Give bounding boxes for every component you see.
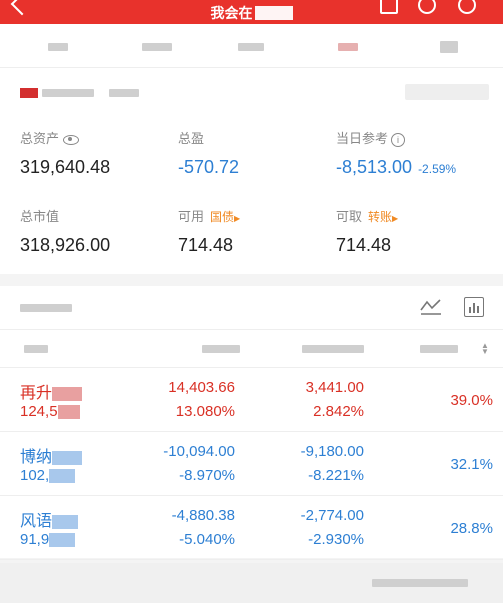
- top-bar: 我会在: [0, 0, 503, 24]
- treasury-bond-link[interactable]: 国债▶: [210, 210, 240, 224]
- transfer-link[interactable]: 转账▶: [368, 210, 398, 224]
- total-assets-label: 总资产: [20, 131, 60, 146]
- redacted-block: [254, 6, 293, 20]
- holding-row[interactable]: 博纳 102, -10,094.00 -8.970% -9,180.00 -8.…: [0, 434, 503, 496]
- holding-today-pct: -8.221%: [308, 467, 364, 484]
- column-name[interactable]: [24, 345, 48, 353]
- holding-row[interactable]: 再升 124,5 14,403.66 13.080% 3,441.00 2.84…: [0, 370, 503, 432]
- trend-chart-icon[interactable]: [420, 298, 442, 316]
- holding-ratio: 28.8%: [450, 520, 493, 537]
- total-assets-value: 319,640.48: [20, 157, 111, 177]
- market-value-label: 总市值: [20, 209, 60, 224]
- page-title-text: 我会在: [210, 5, 253, 21]
- holding-name: 博纳: [20, 449, 53, 466]
- market-value: 总市值 318,926.00: [20, 206, 110, 256]
- info-icon[interactable]: i: [391, 132, 406, 147]
- holding-qty: 91,9: [20, 531, 50, 548]
- tab-5[interactable]: [440, 38, 458, 54]
- holding-today: -2,774.00: [300, 507, 364, 524]
- tab-2[interactable]: [142, 38, 172, 54]
- document-icon[interactable]: [380, 0, 398, 14]
- holding-today: -9,180.00: [300, 443, 364, 460]
- holding-row[interactable]: 风语 91,9 -4,880.38 -5.040% -2,774.00 -2.9…: [0, 498, 503, 560]
- total-pnl-label: 总盈: [178, 131, 205, 146]
- available-label: 可用: [178, 209, 205, 224]
- total-pnl: 总盈 -570.72: [178, 128, 239, 178]
- redacted-block: [57, 405, 80, 420]
- holdings-header: [0, 286, 503, 330]
- holdings-title: [20, 304, 72, 312]
- caret-right-icon: ▶: [234, 214, 241, 223]
- account-name: [20, 84, 139, 98]
- redacted-block: [52, 450, 83, 465]
- holding-ratio: 32.1%: [450, 456, 493, 473]
- account-summary: 总资产 319,640.48 总盈 -570.72 当日参考 i -8,513.0…: [0, 68, 503, 274]
- holding-pnl-pct: -8.970%: [179, 467, 235, 484]
- holding-pnl-pct: 13.080%: [175, 403, 235, 420]
- today-ref-pct: -2.59%: [418, 162, 457, 176]
- holding-pnl-pct: -5.040%: [179, 531, 235, 548]
- treasury-bond-text: 国债: [210, 210, 235, 224]
- holding-pnl: -4,880.38: [171, 507, 235, 524]
- holding-today-pct: 2.842%: [313, 403, 364, 420]
- column-pnl[interactable]: [202, 345, 240, 353]
- holding-qty: 124,5: [20, 403, 58, 420]
- redacted-block: [52, 514, 79, 529]
- market-value-value: 318,926.00: [20, 235, 111, 255]
- today-ref-label: 当日参考: [336, 131, 389, 146]
- transfer-text: 转账: [368, 210, 393, 224]
- tab-3[interactable]: [238, 38, 264, 54]
- holding-today-pct: -2.930%: [308, 531, 364, 548]
- available-value: 714.48: [178, 235, 234, 255]
- footer: [0, 563, 503, 603]
- redacted-block: [49, 469, 76, 484]
- column-ratio[interactable]: [420, 345, 458, 353]
- available-funds: 可用 国债▶ 714.48: [178, 206, 240, 256]
- tab-1[interactable]: [48, 38, 68, 54]
- holding-name: 再升: [20, 385, 53, 402]
- redacted-block: [49, 533, 76, 548]
- caret-right-icon: ▶: [392, 214, 399, 223]
- redacted-block: [52, 386, 83, 401]
- holding-today: 3,441.00: [305, 379, 364, 396]
- today-ref-value: -8,513.00: [336, 157, 413, 177]
- column-header: ▲ ▼: [0, 330, 503, 368]
- holdings-panel: ▲ ▼ 再升 124,5 14,403.66 13.080% 3,441.00 2…: [0, 286, 503, 560]
- holding-ratio: 39.0%: [450, 392, 493, 409]
- tab-4[interactable]: [338, 38, 358, 54]
- footer-text[interactable]: [372, 579, 468, 587]
- bar-chart-icon[interactable]: [464, 297, 484, 317]
- eye-icon[interactable]: [63, 134, 80, 145]
- withdrawable-label: 可取: [336, 209, 363, 224]
- holding-name: 风语: [20, 513, 53, 530]
- total-assets: 总资产 319,640.48: [20, 128, 110, 178]
- holding-qty: 102,: [20, 467, 50, 484]
- withdrawable-funds: 可取 转账▶ 714.48: [336, 206, 398, 256]
- today-reference: 当日参考 i -8,513.00 -2.59%: [336, 128, 456, 178]
- total-pnl-value: -570.72: [178, 157, 240, 177]
- tab-bar: [0, 24, 503, 68]
- sort-icon[interactable]: ▲ ▼: [481, 342, 489, 356]
- account-switch[interactable]: [405, 84, 489, 100]
- withdrawable-value: 714.48: [336, 235, 392, 255]
- holding-pnl: 14,403.66: [168, 379, 235, 396]
- holding-pnl: -10,094.00: [163, 443, 235, 460]
- column-today[interactable]: [302, 345, 364, 353]
